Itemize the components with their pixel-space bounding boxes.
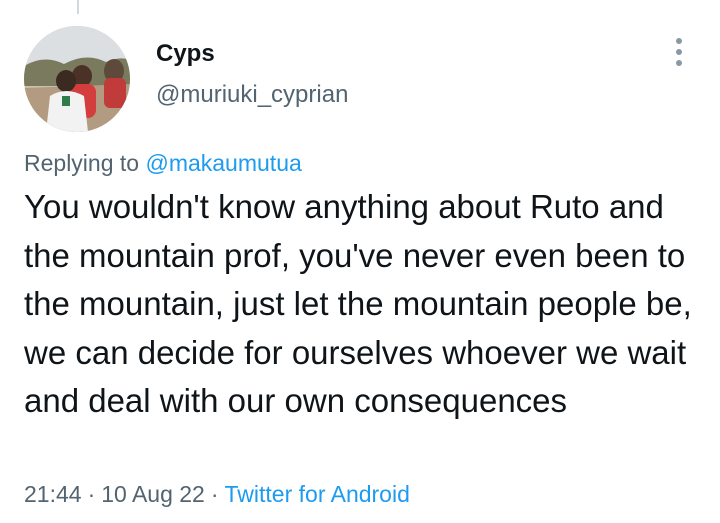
meta-separator: · (210, 481, 219, 507)
replying-mention-link[interactable]: @makaumutua (145, 150, 301, 176)
more-dot (676, 49, 682, 55)
tweet-source-link[interactable]: Twitter for Android (225, 481, 410, 507)
author-handle[interactable]: @muriuki_cyprian (156, 81, 348, 109)
meta-separator: · (87, 481, 96, 507)
replying-to: Replying to @makaumutua (24, 150, 302, 177)
more-dot (676, 38, 682, 44)
tweet-time[interactable]: 21:44 (24, 481, 82, 507)
tweet-metadata: 21:44 · 10 Aug 22 · Twitter for Android (24, 481, 410, 508)
tweet-date[interactable]: 10 Aug 22 (101, 481, 205, 507)
tweet-text: You wouldn't know anything about Ruto an… (24, 188, 692, 419)
replying-prefix: Replying to (24, 150, 140, 176)
more-vertical-icon[interactable] (664, 36, 694, 68)
avatar[interactable] (24, 26, 130, 132)
author-name[interactable]: Cyps (156, 40, 215, 68)
thread-connector-line (77, 0, 79, 14)
more-dot (676, 60, 682, 66)
